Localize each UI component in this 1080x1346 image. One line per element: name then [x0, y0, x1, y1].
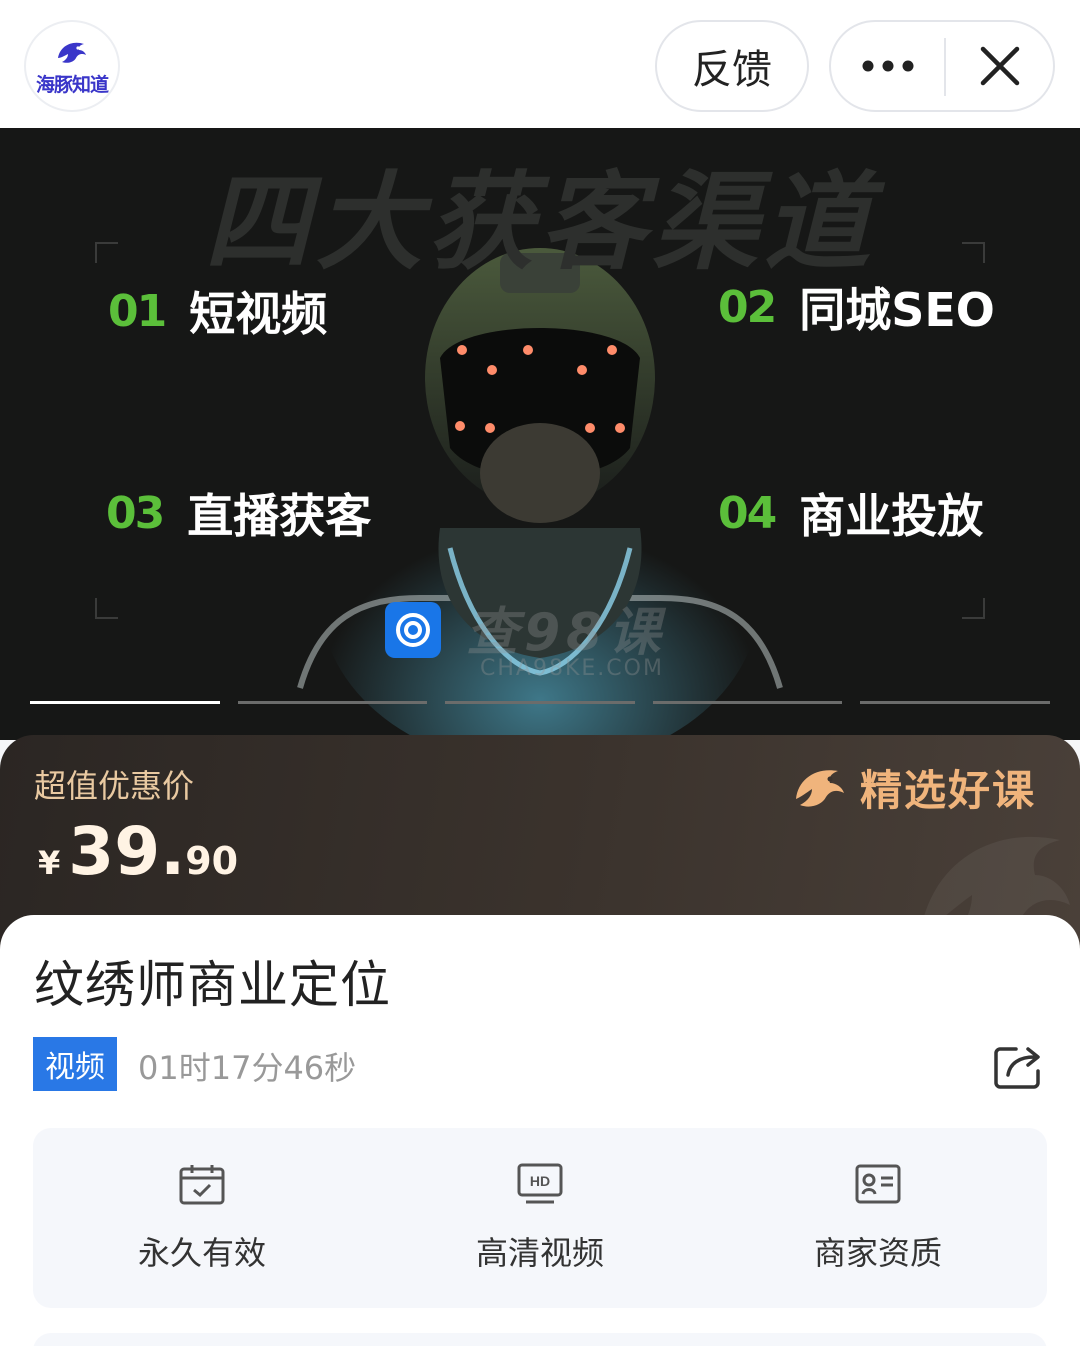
carousel-dot[interactable]: [860, 701, 1050, 704]
hd-video-icon: HD: [517, 1163, 563, 1204]
channel-number: 01: [108, 285, 167, 337]
course-banner[interactable]: 四大获客渠道 01 短视频 02 同城SEO 03 直播获客 04 商业投放 查…: [0, 128, 1080, 740]
channel-item: 04 商业投放: [718, 480, 983, 546]
channel-item: 02 同城SEO: [718, 274, 995, 340]
course-features: 永久有效 HD 高清视频 商家资质: [33, 1128, 1047, 1308]
svg-text:HD: HD: [530, 1173, 550, 1189]
more-button[interactable]: [831, 22, 945, 110]
channel-item: 03 直播获客: [106, 480, 371, 546]
price-label: 超值优惠价: [34, 767, 195, 805]
course-duration: 01时17分46秒: [138, 1049, 357, 1087]
dolphin-tag-icon: [796, 769, 844, 807]
carousel-dot-active[interactable]: [30, 701, 220, 704]
feature-merchant-qualification[interactable]: 商家资质: [709, 1128, 1047, 1308]
course-detail-page: 海豚知道 反馈 四大获客渠道 01 短视频 02 同城SEO 03 直播获客 0…: [0, 0, 1080, 1346]
feature-hd-video: HD 高清视频: [371, 1128, 709, 1308]
carousel-dot[interactable]: [445, 701, 635, 704]
channel-number: 02: [718, 281, 777, 333]
carousel-dot[interactable]: [237, 701, 428, 704]
calendar-check-icon: [179, 1165, 225, 1205]
course-info-card: 纹绣师商业定位 视频 01时17分46秒 永久有效 HD 高清视频 商家资质: [0, 915, 1080, 1346]
watermark-text: 查98课: [466, 603, 667, 663]
banner-title: 四大获客渠道: [204, 161, 876, 284]
dolphin-logo-icon: [58, 42, 86, 63]
next-section-card: [33, 1333, 1047, 1346]
channel-label: 商业投放: [799, 489, 984, 543]
merchant-id-card-icon: [855, 1164, 901, 1204]
feature-label: 商家资质: [813, 1234, 942, 1272]
price-decimal: 90: [185, 839, 239, 883]
mini-program-capsule: [829, 20, 1055, 112]
close-icon: [980, 46, 1020, 86]
share-icon[interactable]: [994, 1043, 1044, 1089]
channel-label: 短视频: [189, 287, 328, 341]
price-currency: ¥: [38, 844, 61, 882]
feature-permanent: 永久有效: [33, 1128, 371, 1308]
feedback-button[interactable]: 反馈: [655, 20, 809, 112]
price-integer: 39.: [68, 813, 186, 890]
channel-item: 01 短视频: [108, 278, 327, 344]
top-bar: 海豚知道 反馈: [0, 0, 1080, 128]
app-logo[interactable]: 海豚知道: [24, 20, 120, 112]
feature-label: 高清视频: [475, 1234, 604, 1272]
price-amount: ¥39.90: [38, 813, 238, 890]
course-type-badge: 视频: [33, 1037, 117, 1091]
channel-label: 同城SEO: [799, 283, 995, 337]
close-button[interactable]: [946, 22, 1054, 110]
channel-number: 03: [106, 487, 165, 539]
carousel-dot[interactable]: [652, 701, 843, 704]
carousel-indicator: [30, 701, 1050, 705]
app-logo-text: 海豚知道: [35, 73, 109, 96]
watermark-subtext: CHA98KE.COM: [480, 656, 664, 681]
more-dots-icon: [862, 60, 914, 72]
watermark-logo-icon: [385, 602, 441, 658]
channel-number: 04: [718, 487, 777, 539]
feature-label: 永久有效: [137, 1234, 266, 1272]
channel-label: 直播获客: [187, 489, 372, 543]
course-title: 纹绣师商业定位: [34, 956, 391, 1014]
